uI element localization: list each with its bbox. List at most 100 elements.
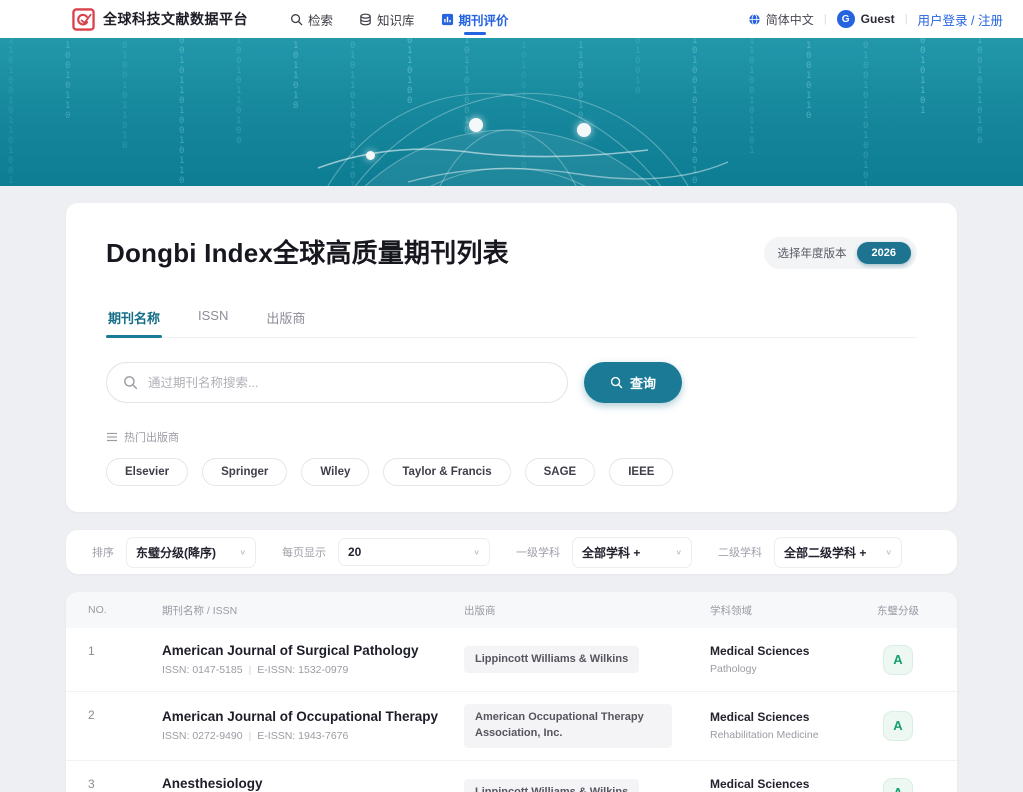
avatar: G	[837, 10, 855, 28]
search-mode-tabs: 期刊名称 ISSN 出版商	[106, 300, 917, 338]
top-navbar: 全球科技文献数据平台 检索 知识库 期刊评价	[0, 0, 1023, 38]
journal-search-input[interactable]	[148, 376, 551, 390]
publisher-chips: Elsevier Springer Wiley Taylor & Francis…	[106, 458, 917, 486]
publisher-chip-sage[interactable]: SAGE	[525, 458, 596, 486]
level2-subject-label: 二级学科	[718, 544, 762, 560]
nav-item-label: 期刊评价	[459, 10, 509, 29]
auth-links: 用户登录 / 注册	[918, 10, 1003, 29]
level1-subject-label: 一级学科	[516, 544, 560, 560]
level1-subject-select[interactable]: 全部学科 + ∨	[572, 537, 692, 568]
year-version-label: 选择年度版本	[778, 245, 847, 261]
table-row[interactable]: 1 American Journal of Surgical Pathology…	[66, 628, 957, 692]
subject-subfield: Rehabilitation Medicine	[710, 729, 861, 741]
publisher-tag: Lippincott Williams & Wilkins	[464, 646, 639, 674]
user-menu[interactable]: G Guest	[837, 10, 895, 28]
level2-subject-value: 全部二级学科 +	[784, 544, 866, 561]
publisher-chip-wiley[interactable]: Wiley	[301, 458, 369, 486]
tab-publisher[interactable]: 出版商	[264, 300, 307, 337]
nav-item-label: 检索	[308, 10, 333, 29]
username: Guest	[861, 12, 895, 26]
chevron-down-icon: ∨	[239, 548, 246, 557]
grade-badge: A	[883, 778, 913, 792]
journal-name[interactable]: American Journal of Occupational Therapy	[162, 709, 464, 724]
brand[interactable]: 全球科技文献数据平台	[72, 8, 248, 31]
publisher-tag: Lippincott Williams & Wilkins	[464, 779, 639, 792]
search-icon	[290, 13, 303, 26]
search-icon	[610, 376, 623, 389]
map-marker-dot	[469, 118, 483, 132]
table-header: NO. 期刊名称 / ISSN 出版商 学科领域 东璧分级	[66, 592, 957, 628]
language-switcher[interactable]: 简体中文	[748, 11, 814, 28]
navbar-right: 简体中文 | G Guest | 用户登录 / 注册	[748, 10, 1003, 29]
hot-publishers-header: 热门出版商	[106, 429, 917, 445]
sort-value: 东璧分级(降序)	[136, 544, 216, 561]
hot-publishers-label: 热门出版商	[124, 429, 179, 445]
nav-item-search[interactable]: 检索	[290, 0, 333, 38]
year-badge[interactable]: 2026	[857, 242, 911, 264]
grade-badge: A	[883, 645, 913, 675]
year-version-picker[interactable]: 选择年度版本 2026	[764, 237, 917, 269]
nav-item-journal-eval[interactable]: 期刊评价	[441, 0, 509, 38]
sort-select[interactable]: 东璧分级(降序) ∨	[126, 537, 256, 568]
query-button[interactable]: 查询	[584, 362, 682, 403]
sort-label: 排序	[92, 544, 114, 560]
tab-issn[interactable]: ISSN	[196, 300, 230, 337]
page-title: Dongbi Index全球高质量期刊列表	[106, 233, 509, 270]
active-tab-underline	[464, 32, 486, 35]
brand-name: 全球科技文献数据平台	[103, 9, 248, 29]
journal-list-card: Dongbi Index全球高质量期刊列表 选择年度版本 2026 期刊名称 I…	[66, 203, 957, 512]
publisher-chip-ieee[interactable]: IEEE	[609, 458, 673, 486]
divider: |	[824, 13, 827, 25]
brand-logo-icon	[72, 8, 95, 31]
col-header-name-issn: 期刊名称 / ISSN	[162, 603, 464, 618]
language-label: 简体中文	[766, 11, 814, 28]
globe-graphic	[258, 90, 758, 186]
journal-table: NO. 期刊名称 / ISSN 出版商 学科领域 东璧分级 1 American…	[66, 592, 957, 792]
nav-items: 检索 知识库 期刊评价	[290, 0, 509, 38]
page-size-label: 每页显示	[282, 544, 326, 560]
table-row[interactable]: 2 American Journal of Occupational Thera…	[66, 692, 957, 761]
subject-field: Medical Sciences	[710, 644, 861, 658]
divider: |	[905, 13, 908, 25]
nav-item-label: 知识库	[377, 10, 415, 29]
search-box[interactable]	[106, 362, 568, 403]
map-marker-dot	[366, 151, 375, 160]
grade-badge: A	[883, 711, 913, 741]
publisher-chip-springer[interactable]: Springer	[202, 458, 287, 486]
login-link[interactable]: 用户登录	[918, 14, 968, 28]
page-size-value: 20	[348, 545, 361, 559]
chevron-down-icon: ∨	[473, 548, 480, 557]
journal-issn: ISSN: 0272-9490|E-ISSN: 1943-7676	[162, 730, 464, 742]
table-row[interactable]: 3 Anesthesiology ISSN: 0003-3022|E-ISSN:…	[66, 761, 957, 792]
subject-subfield: Pathology	[710, 663, 861, 675]
col-header-field: 学科领域	[710, 603, 861, 618]
publisher-chip-elsevier[interactable]: Elsevier	[106, 458, 188, 486]
journal-eval-icon	[441, 13, 454, 26]
col-header-grade: 东璧分级	[861, 603, 935, 618]
chevron-down-icon: ∨	[885, 548, 892, 557]
map-marker-dot	[577, 123, 591, 137]
journal-name[interactable]: American Journal of Surgical Pathology	[162, 643, 464, 658]
chevron-down-icon: ∨	[675, 548, 682, 557]
journal-name[interactable]: Anesthesiology	[162, 776, 464, 791]
level2-subject-select[interactable]: 全部二级学科 + ∨	[774, 537, 902, 568]
subject-field: Medical Sciences	[710, 710, 861, 724]
list-icon	[106, 431, 118, 443]
filter-bar: 排序 东璧分级(降序) ∨ 每页显示 20 ∨ 一级学科 全部学科 + ∨ 二级…	[66, 530, 957, 574]
row-number: 3	[88, 773, 162, 791]
col-header-no: NO.	[88, 604, 162, 616]
nav-item-knowledge[interactable]: 知识库	[359, 0, 415, 38]
knowledge-icon	[359, 13, 372, 26]
publisher-chip-taylor-francis[interactable]: Taylor & Francis	[383, 458, 510, 486]
hero-banner: 0110100101101001011010110100101101101001…	[0, 38, 1023, 186]
tab-journal-name[interactable]: 期刊名称	[106, 300, 162, 337]
journal-issn: ISSN: 0147-5185|E-ISSN: 1532-0979	[162, 664, 464, 676]
level1-subject-value: 全部学科 +	[582, 544, 640, 561]
subject-field: Medical Sciences	[710, 777, 861, 791]
col-header-publisher: 出版商	[464, 603, 710, 618]
row-number: 2	[88, 704, 162, 722]
globe-icon	[748, 13, 761, 26]
page-size-select[interactable]: 20 ∨	[338, 538, 490, 566]
row-number: 1	[88, 640, 162, 658]
register-link[interactable]: 注册	[978, 14, 1003, 28]
